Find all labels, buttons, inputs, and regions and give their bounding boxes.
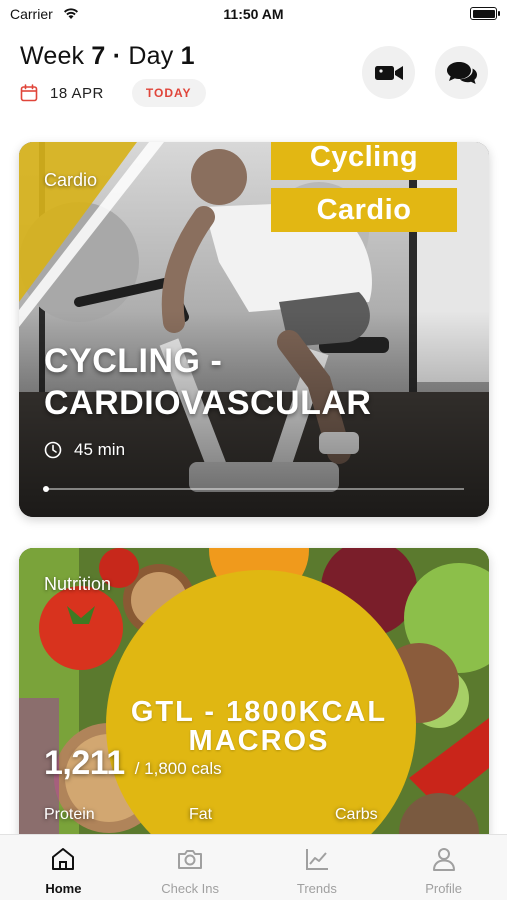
macro-label-carbs: Carbs [335, 806, 378, 823]
tab-trends[interactable]: Trends [254, 835, 381, 900]
day-label: Day [128, 42, 174, 70]
macro-label-protein: Protein [44, 806, 95, 823]
carousel-progress [43, 486, 464, 492]
current-date: 18 APR [50, 84, 104, 102]
video-camera-icon [374, 65, 403, 80]
promo-banner-cycling: Cycling [271, 142, 457, 180]
carousel-dot [43, 486, 49, 492]
calendar-icon [20, 84, 38, 102]
page-title: Week 7 · Day 1 [20, 42, 195, 71]
workout-card-cardio[interactable]: Cycling Cardio Cardio CYCLING - CARDIOVA… [19, 142, 489, 517]
calories-target: / 1,800 cals [134, 759, 222, 778]
home-icon [52, 848, 75, 870]
camera-icon [178, 850, 203, 869]
tab-home[interactable]: Home [0, 835, 127, 900]
status-bar: Carrier 11:50 AM [0, 0, 507, 32]
tab-bar: Home Check Ins Trends Profile [0, 834, 507, 900]
line-chart-icon [305, 849, 328, 870]
person-icon [432, 848, 455, 871]
workout-title: CYCLING - CARDIOVASCULAR [44, 340, 371, 424]
tab-trends-label: Trends [296, 881, 337, 896]
tab-home-label: Home [45, 881, 82, 896]
tab-profile-label: Profile [425, 881, 463, 896]
duration-label: 45 min [74, 440, 126, 459]
calories-consumed: 1,211 [44, 744, 125, 782]
tab-check-ins-label: Check Ins [161, 881, 220, 896]
promo-banner-cardio: Cardio [271, 188, 457, 232]
clock-icon [44, 441, 62, 459]
calorie-summary: 1,211 / 1,800 cals [44, 744, 222, 783]
week-number: 7 [91, 42, 106, 70]
day-number: 1 [180, 42, 195, 70]
battery-icon [470, 7, 500, 20]
nutrition-card[interactable]: GTL - 1800KCAL MACROS Nutrition 1,211 / … [19, 548, 489, 848]
macro-label-fat: Fat [189, 806, 213, 823]
week-label: Week [20, 42, 85, 70]
tab-profile[interactable]: Profile [380, 835, 507, 900]
clock: 11:50 AM [223, 6, 284, 22]
date-row: 18 APR TODAY [20, 79, 206, 107]
workout-title-line-2: CARDIOVASCULAR [44, 384, 372, 422]
macro-plan-title-line-1: GTL - 1800KCAL [130, 696, 388, 728]
chat-bubbles-icon [446, 61, 477, 84]
workout-title-line-1: CYCLING - [44, 342, 223, 380]
chat-button[interactable] [435, 46, 488, 99]
video-call-button[interactable] [362, 46, 415, 99]
card-category: Cardio [44, 170, 98, 190]
tab-check-ins[interactable]: Check Ins [127, 835, 254, 900]
duration: 45 min [44, 440, 125, 460]
card-category: Nutrition [44, 574, 112, 594]
title-separator: · [112, 42, 122, 70]
today-button[interactable]: TODAY [131, 79, 206, 107]
